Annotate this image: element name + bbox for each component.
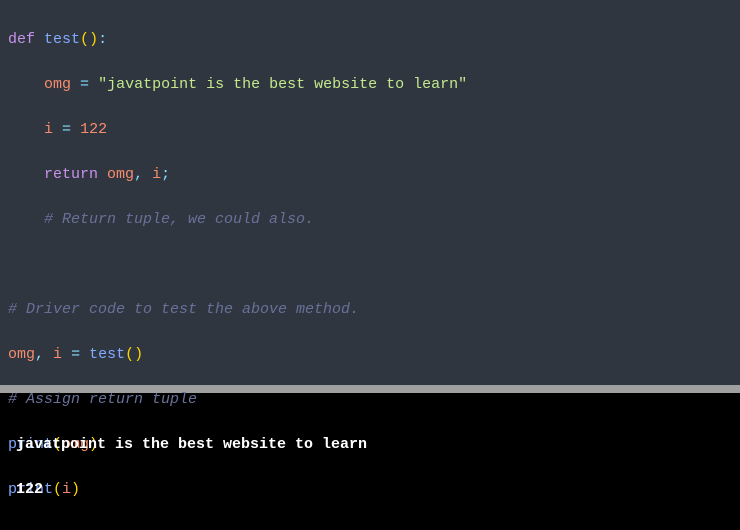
variable: omg: [44, 76, 71, 93]
code-line: # Driver code to test the above method.: [8, 299, 732, 322]
comment: # Driver code to test the above method.: [8, 301, 359, 318]
comment: # Assign return tuple: [8, 391, 197, 408]
comment: # Return tuple, we could also.: [44, 211, 314, 228]
paren-close: ): [71, 481, 80, 498]
keyword-def: def: [8, 31, 35, 48]
output-panel: javatpoint is the best website to learn …: [0, 393, 740, 530]
output-line: 122: [16, 479, 724, 502]
colon: :: [98, 31, 107, 48]
argument: i: [62, 481, 71, 498]
paren-open: (: [125, 346, 134, 363]
variable: i: [53, 346, 62, 363]
code-editor[interactable]: def test(): omg = "javatpoint is the bes…: [0, 0, 740, 385]
variable: omg: [107, 166, 134, 183]
semicolon: ;: [161, 166, 170, 183]
code-line: omg, i = test(): [8, 344, 732, 367]
paren-close: ): [134, 346, 143, 363]
paren-open: (: [80, 31, 89, 48]
variable: omg: [8, 346, 35, 363]
equals: =: [71, 346, 80, 363]
function-name: test: [44, 31, 80, 48]
code-line: i = 122: [8, 119, 732, 142]
code-line: def test():: [8, 29, 732, 52]
code-line: omg = "javatpoint is the best website to…: [8, 74, 732, 97]
keyword-return: return: [44, 166, 98, 183]
equals: =: [80, 76, 89, 93]
equals: =: [62, 121, 71, 138]
code-line: return omg, i;: [8, 164, 732, 187]
string-literal: "javatpoint is the best website to learn…: [98, 76, 467, 93]
number-literal: 122: [80, 121, 107, 138]
output-line: javatpoint is the best website to learn: [16, 434, 724, 457]
function-call: test: [89, 346, 125, 363]
paren-open: (: [53, 481, 62, 498]
comma: ,: [134, 166, 143, 183]
comma: ,: [35, 346, 44, 363]
code-line-blank: [8, 254, 732, 277]
code-line: # Return tuple, we could also.: [8, 209, 732, 232]
paren-close: ): [89, 31, 98, 48]
variable: i: [152, 166, 161, 183]
variable: i: [44, 121, 53, 138]
